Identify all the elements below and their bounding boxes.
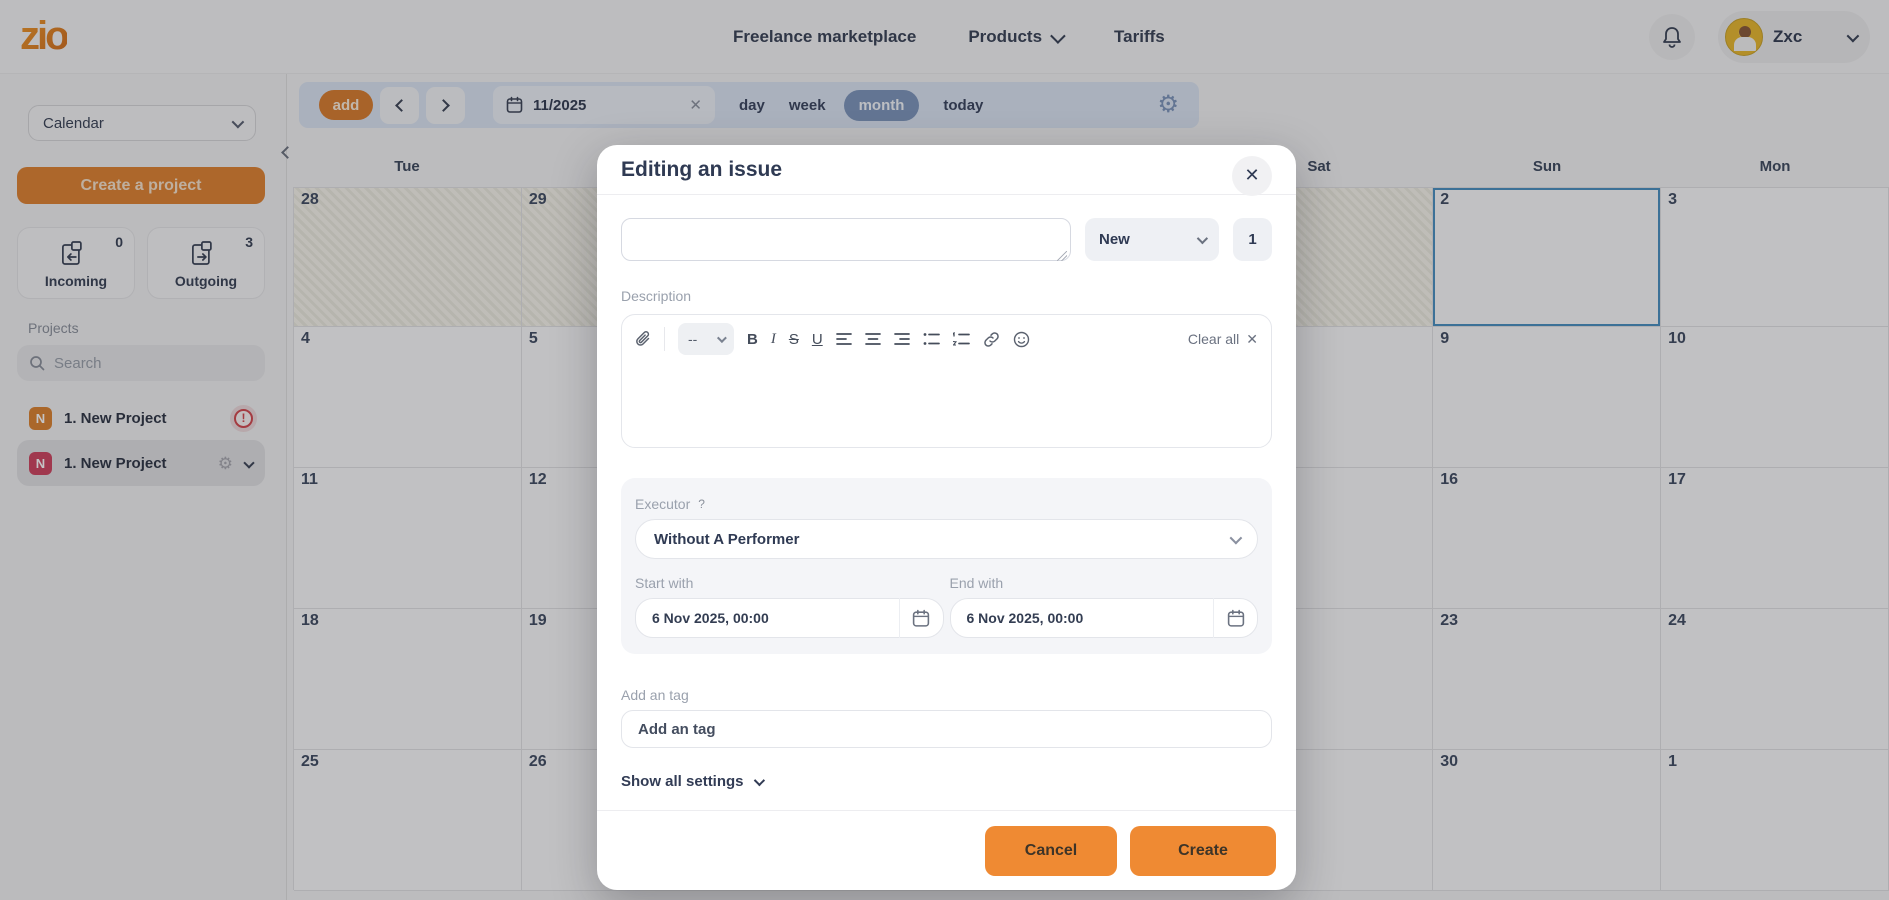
issue-title-input[interactable] (621, 218, 1071, 261)
close-icon: ✕ (1246, 331, 1258, 348)
close-icon[interactable]: ✕ (1232, 156, 1272, 196)
start-date-value: 6 Nov 2025, 00:00 (652, 610, 899, 626)
bold-button[interactable]: B (747, 331, 758, 348)
description-editor[interactable]: -- B I S U (621, 314, 1272, 448)
description-label: Description (621, 288, 1272, 304)
chevron-down-icon (717, 333, 727, 343)
tag-label: Add an tag (621, 687, 1272, 703)
ordered-list-icon[interactable] (953, 332, 970, 346)
issue-title-wrap (621, 218, 1071, 266)
bullet-list-icon[interactable] (923, 332, 940, 346)
align-right-icon[interactable] (894, 332, 910, 346)
tag-input[interactable] (621, 710, 1272, 748)
status-value: New (1099, 231, 1130, 248)
app-root: zio Freelance marketplace Products Tarif… (0, 0, 1889, 900)
clear-all-label: Clear all (1188, 331, 1239, 347)
format-value: -- (688, 331, 697, 347)
strikethrough-button[interactable]: S (789, 331, 799, 348)
align-left-icon[interactable] (836, 332, 852, 346)
executor-label: Executor (635, 496, 690, 512)
attach-icon[interactable] (635, 330, 651, 348)
executor-select[interactable]: Without A Performer (635, 519, 1258, 559)
end-with-label: End with (950, 575, 1259, 591)
modal-header: Editing an issue ✕ (597, 145, 1296, 195)
end-date-value: 6 Nov 2025, 00:00 (967, 610, 1214, 626)
align-center-icon[interactable] (865, 332, 881, 346)
modal-body: New 1 Description -- B I (597, 218, 1296, 790)
chevron-down-icon (1230, 531, 1243, 544)
end-date-field[interactable]: 6 Nov 2025, 00:00 (950, 598, 1259, 638)
show-all-settings-button[interactable]: Show all settings (621, 773, 1272, 790)
clear-all-button[interactable]: Clear all ✕ (1188, 331, 1258, 348)
show-all-settings-label: Show all settings (621, 773, 744, 790)
modal-footer: Cancel Create (597, 810, 1296, 890)
start-date-field[interactable]: 6 Nov 2025, 00:00 (635, 598, 944, 638)
executor-value: Without A Performer (654, 531, 799, 548)
link-icon[interactable] (983, 331, 1000, 348)
issue-counter-badge: 1 (1233, 218, 1272, 261)
format-select[interactable]: -- (678, 323, 734, 355)
create-button[interactable]: Create (1130, 826, 1276, 876)
description-content[interactable] (622, 363, 1271, 447)
calendar-icon[interactable] (1213, 598, 1257, 638)
modal-title: Editing an issue (621, 158, 782, 182)
emoji-icon[interactable] (1013, 331, 1030, 348)
italic-button[interactable]: I (771, 331, 776, 348)
status-select[interactable]: New (1085, 218, 1219, 261)
chevron-down-icon (1197, 232, 1208, 243)
chevron-down-icon (753, 774, 764, 785)
cancel-button[interactable]: Cancel (985, 826, 1117, 876)
editor-toolbar: -- B I S U (622, 315, 1271, 363)
divider (664, 327, 665, 351)
schedule-panel: Executor ? Without A Performer Start wit… (621, 478, 1272, 654)
calendar-icon[interactable] (899, 598, 943, 638)
edit-issue-modal: Editing an issue ✕ New 1 Description (597, 145, 1296, 890)
underline-button[interactable]: U (812, 331, 823, 348)
start-with-label: Start with (635, 575, 944, 591)
help-icon[interactable]: ? (698, 497, 705, 511)
